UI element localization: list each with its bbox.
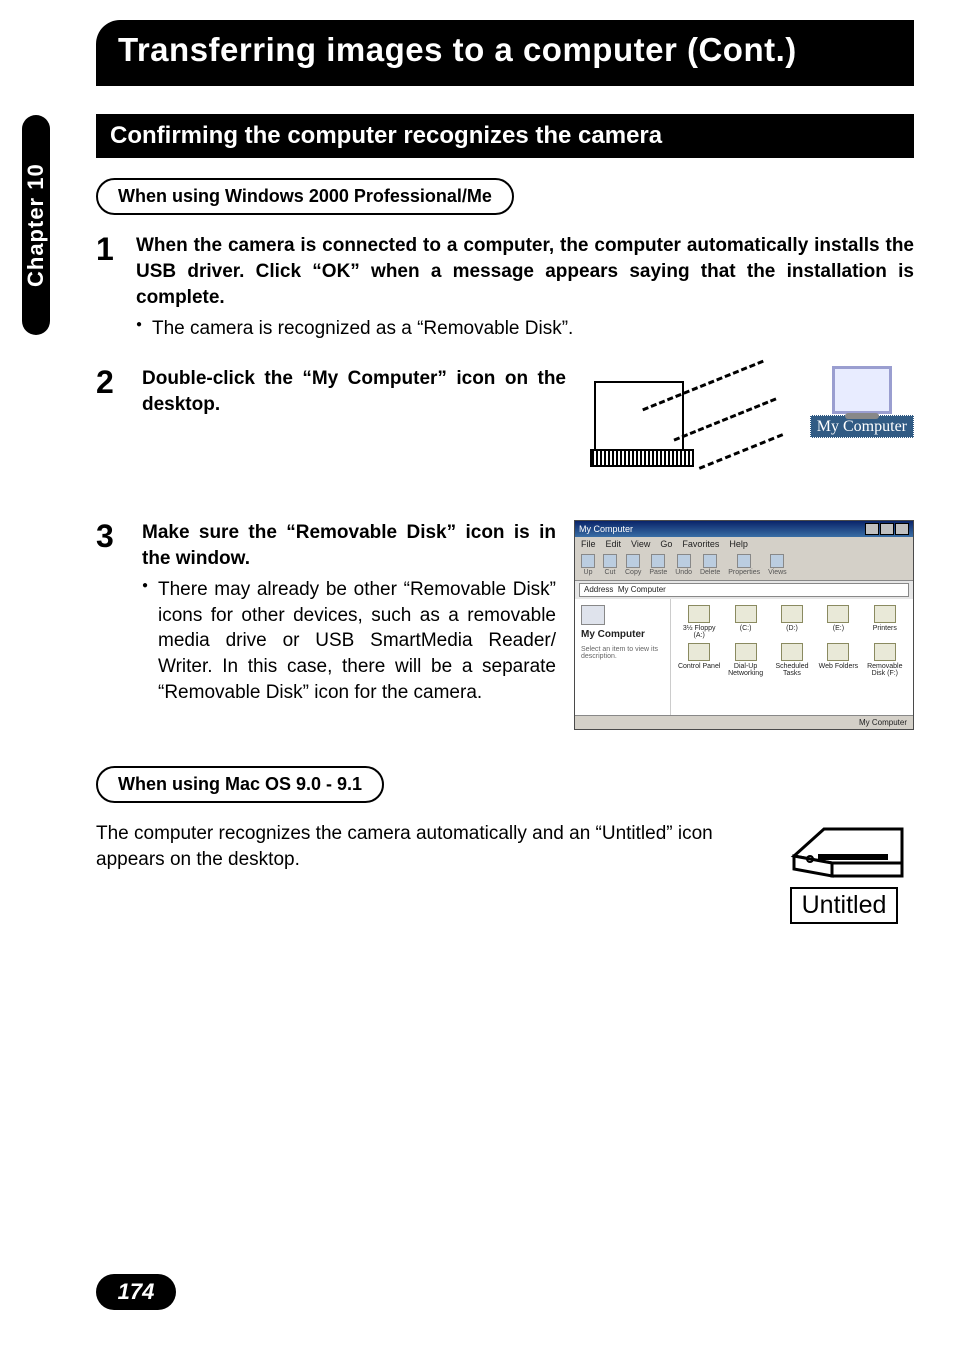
drive-item: (E:) — [816, 605, 860, 639]
toolbar-button: Up — [581, 554, 595, 576]
windows-pill: When using Windows 2000 Professional/Me — [96, 178, 514, 215]
mac-pill: When using Mac OS 9.0 - 9.1 — [96, 766, 384, 803]
drive-item: (C:) — [723, 605, 767, 639]
step-number: 2 — [96, 366, 124, 398]
explorer-side-pane: My Computer Select an item to view its d… — [575, 599, 671, 715]
step-3: 3 Make sure the “Removable Disk” icon is… — [96, 520, 914, 730]
menu-item: Edit — [606, 539, 622, 549]
menu-item: File — [581, 539, 596, 549]
side-hint: Select an item to view its description. — [581, 646, 664, 660]
step-number: 1 — [96, 233, 124, 265]
page-number: 174 — [96, 1274, 176, 1310]
toolbar-button: Paste — [649, 554, 667, 576]
drive-item: Removable Disk (F:) — [863, 643, 907, 677]
menu-item: Go — [660, 539, 672, 549]
drive-item: Dial-Up Networking — [723, 643, 767, 677]
toolbar-button: Cut — [603, 554, 617, 576]
drive-item: Scheduled Tasks — [770, 643, 814, 677]
step-1-bullet: The camera is recognized as a “Removable… — [136, 316, 914, 342]
toolbar-button: Properties — [728, 554, 760, 576]
drive-item: 3½ Floppy (A:) — [677, 605, 721, 639]
subsection-heading: Confirming the computer recognizes the c… — [96, 114, 914, 158]
mac-text: The computer recognizes the camera autom… — [96, 821, 756, 872]
dash-line — [673, 397, 776, 441]
mac-disk-figure: Untitled — [774, 821, 914, 924]
drive-item: (D:) — [770, 605, 814, 639]
laptop-icon — [594, 381, 684, 451]
step-number: 3 — [96, 520, 124, 552]
explorer-statusbar: My Computer — [575, 715, 913, 729]
chapter-tab-label: Chapter 10 — [23, 163, 48, 287]
drive-item: Printers — [863, 605, 907, 639]
disk-icon — [784, 821, 904, 881]
step-2-text: Double-click the “My Computer” icon on t… — [142, 366, 566, 417]
mac-disk-label: Untitled — [790, 887, 899, 924]
page-title: Transferring images to a computer (Cont.… — [96, 20, 914, 86]
step-1: 1 When the camera is connected to a comp… — [96, 233, 914, 342]
step-3-bullet: There may already be other “Removable Di… — [142, 577, 556, 705]
explorer-titlebar: My Computer — [575, 521, 913, 537]
step-2: 2 Double-click the “My Computer” icon on… — [96, 366, 914, 496]
my-computer-figure: My Computer — [584, 366, 914, 496]
side-title: My Computer — [581, 629, 664, 640]
my-computer-icon — [832, 366, 892, 414]
explorer-menubar: File Edit View Go Favorites Help — [575, 537, 913, 551]
mac-section: The computer recognizes the camera autom… — [96, 821, 914, 924]
explorer-window-figure: My Computer File Edit View Go Favorites … — [574, 520, 914, 730]
address-label: Address — [584, 585, 613, 594]
toolbar-button: Delete — [700, 554, 720, 576]
drive-item: Control Panel — [677, 643, 721, 677]
toolbar-button: Views — [768, 554, 787, 576]
window-buttons — [865, 523, 909, 535]
explorer-icons-pane: 3½ Floppy (A:) (C:) (D:) (E:) Printers C… — [671, 599, 913, 715]
chapter-tab: Chapter 10 — [22, 115, 50, 335]
side-computer-icon — [581, 605, 605, 625]
explorer-title: My Computer — [579, 524, 633, 534]
menu-item: Favorites — [682, 539, 719, 549]
address-bar: Address My Computer — [579, 583, 909, 597]
toolbar-button: Undo — [675, 554, 692, 576]
status-text: My Computer — [859, 718, 907, 727]
dash-line — [699, 433, 784, 469]
drive-item: Web Folders — [816, 643, 860, 677]
explorer-toolbar: Up Cut Copy Paste Undo Delete Properties… — [575, 551, 913, 581]
toolbar-button: Copy — [625, 554, 641, 576]
menu-item: Help — [729, 539, 748, 549]
menu-item: View — [631, 539, 650, 549]
step-1-text: When the camera is connected to a comput… — [136, 233, 914, 310]
address-value: My Computer — [618, 585, 666, 594]
step-3-text: Make sure the “Removable Disk” icon is i… — [142, 520, 556, 571]
